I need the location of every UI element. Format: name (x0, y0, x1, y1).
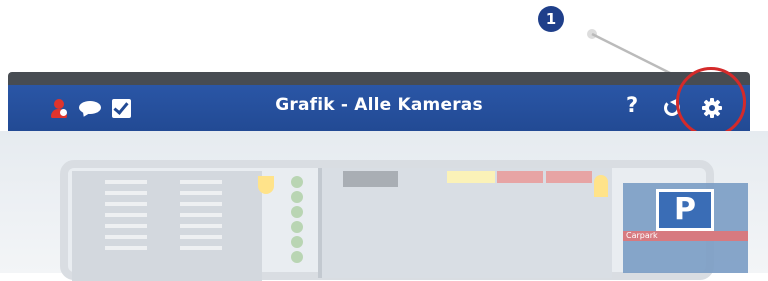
parking-sign: P (656, 189, 714, 231)
plan-desk-row (180, 191, 222, 195)
plan-desk-row (105, 202, 147, 206)
camera-marker-icon[interactable] (258, 176, 274, 194)
plan-green-marker (291, 236, 303, 248)
plan-green-marker (291, 251, 303, 263)
camera-marker-icon[interactable] (594, 175, 608, 197)
plan-desk-row (180, 202, 222, 206)
plan-desk-row (105, 246, 147, 250)
toolbar: Grafik - Alle Kameras ? (8, 85, 750, 131)
plan-desk-row (180, 246, 222, 250)
plan-green-marker (291, 221, 303, 233)
plan-left-area (72, 171, 262, 281)
plan-green-marker (291, 206, 303, 218)
parking-label: Carpark (626, 231, 658, 240)
plan-desk-row (180, 213, 222, 217)
plan-desk-row (105, 180, 147, 184)
plan-room-block (447, 171, 495, 183)
floor-plan-graphic: P Carpark (0, 131, 768, 281)
plan-desk-row (105, 235, 147, 239)
plan-desk-row (180, 224, 222, 228)
plan-green-marker (291, 191, 303, 203)
plan-desk-row (180, 180, 222, 184)
settings-highlight-circle (676, 67, 746, 137)
plan-desk-row (105, 191, 147, 195)
plan-room-block (546, 171, 592, 183)
plan-desk-row (105, 224, 147, 228)
help-icon[interactable]: ? (626, 93, 638, 117)
plan-desk-row (180, 235, 222, 239)
callout-number-badge: 1 (538, 6, 564, 32)
page-title: Grafik - Alle Kameras (275, 95, 483, 115)
window-top-strip (8, 72, 750, 85)
plan-desk-row (105, 213, 147, 217)
plan-green-marker (291, 176, 303, 188)
plan-room-block (343, 171, 398, 187)
plan-room-block (497, 171, 543, 183)
